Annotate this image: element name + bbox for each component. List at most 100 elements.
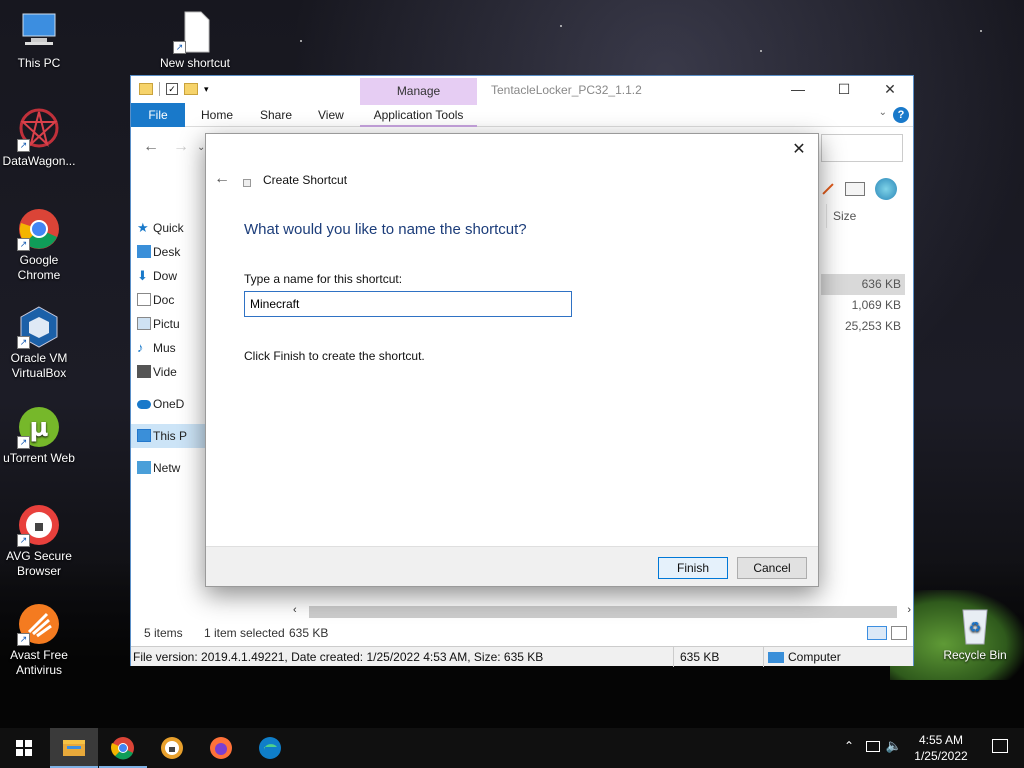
large-icons-view-icon[interactable] [891,626,907,640]
desktop-icon-new-shortcut[interactable]: ↗ New shortcut [155,10,235,71]
folder-icon[interactable] [139,83,153,95]
sidebar-item-label: Netw [153,461,181,475]
back-arrow-icon[interactable]: ← [214,170,230,188]
dialog-footer: Finish Cancel [206,546,818,586]
shortcut-arrow-icon: ↗ [173,41,186,54]
taskbar-chrome[interactable] [99,728,147,768]
sidebar-item-label: Vide [153,365,177,379]
dialog-title: Create Shortcut [263,173,348,187]
chrome-icon: ↗ [17,207,61,251]
app-shell-icon[interactable] [875,178,897,200]
desktop-icon-label: This PC [17,56,61,70]
close-icon[interactable]: ✕ [788,140,810,160]
sidebar-item-label: Pictu [153,317,180,331]
sidebar-item-documents[interactable]: Doc [131,288,207,312]
scrollbar-thumb[interactable] [309,606,897,618]
quick-access-toolbar: ✓ ▾ [139,82,209,96]
sidebar-item-label: This P [153,429,188,443]
search-input[interactable] [821,134,903,162]
properties-icon[interactable]: ✓ [166,83,178,95]
horizontal-scrollbar[interactable]: ‹ › [291,604,913,620]
desktop-icon-datawagon[interactable]: ↗ DataWagon... [0,108,79,169]
video-icon [137,365,151,378]
tab-file[interactable]: File [131,103,185,127]
clock-date: 1/25/2022 [914,749,968,763]
taskbar-avg-browser[interactable] [148,728,196,768]
sidebar-item-videos[interactable]: Vide [131,360,207,384]
taskbar-file-explorer[interactable] [50,728,98,768]
desktop-icon-label: DataWagon... [2,154,76,168]
clock[interactable]: 4:55 AM 1/25/2022 [906,732,976,764]
divider [159,82,160,96]
tab-application-tools[interactable]: Application Tools [360,103,477,127]
detail-size: 635 KB [673,647,763,667]
shortcut-name-input[interactable] [244,291,572,317]
shortcut-name-label: Type a name for this shortcut: [244,272,403,286]
forward-arrow-icon[interactable]: → [173,138,189,156]
sidebar-item-label: Quick [153,221,184,235]
notifications-icon[interactable] [992,739,1008,753]
taskbar-firefox[interactable] [197,728,245,768]
start-button[interactable] [0,728,48,768]
sidebar-item-pictures[interactable]: Pictu [131,312,207,336]
finish-button[interactable]: Finish [658,557,728,579]
new-folder-icon[interactable] [184,83,198,95]
sidebar-item-network[interactable]: Netw [131,456,207,480]
network-icon[interactable] [866,741,880,752]
desktop-icon-avg-browser[interactable]: ↗ AVG Secure Browser [0,503,79,579]
preview-pane-icon[interactable] [845,182,865,196]
desktop-icon-utorrent[interactable]: µ ↗ uTorrent Web [0,405,79,466]
star [300,40,302,42]
sidebar-item-onedrive[interactable]: OneD [131,392,207,416]
taskbar-edge[interactable] [246,728,294,768]
close-icon[interactable]: ✕ [867,76,913,103]
desktop-icon-avast[interactable]: ↗ Avast Free Antivirus [0,602,79,678]
window-controls: — ☐ ✕ [775,76,913,103]
minimize-icon[interactable]: — [775,76,821,103]
scroll-right-icon[interactable]: › [907,604,911,616]
tab-home[interactable]: Home [201,103,233,127]
desktop-icon-label: Google Chrome [17,253,61,282]
desktop-icon-this-pc[interactable]: This PC [0,10,79,71]
sidebar-item-downloads[interactable]: ⬇ Dow [131,264,207,288]
shortcut-arrow-icon: ↗ [17,534,30,547]
desktop-icon-label: New shortcut [159,56,231,70]
taskbar: ⌃ 🔈 4:55 AM 1/25/2022 [0,728,1024,768]
tab-share[interactable]: Share [260,103,292,127]
view-toolbar [821,178,897,200]
manage-contextual-tab: Manage [360,78,477,105]
column-header-size[interactable]: Size [826,204,906,228]
sidebar-item-this-pc[interactable]: This P [131,424,207,448]
sidebar-item-label: Dow [153,269,178,283]
detail-location: Computer [763,647,913,667]
ribbon-expand-icon[interactable]: ⌄ [879,107,887,118]
create-shortcut-dialog: ✕ ← Create Shortcut What would you like … [205,133,819,587]
details-view-icon[interactable] [867,626,887,640]
maximize-icon[interactable]: ☐ [821,76,867,103]
avast-icon: ↗ [17,602,61,646]
shortcut-arrow-icon: ↗ [17,139,30,152]
edit-icon[interactable] [822,183,834,195]
scroll-left-icon[interactable]: ‹ [293,604,297,616]
desktop-icon-chrome[interactable]: ↗ Google Chrome [0,207,79,283]
help-icon[interactable]: ? [893,107,909,123]
back-arrow-icon[interactable]: ← [143,138,159,156]
cloud-icon [137,400,151,409]
sidebar-item-label: Desk [153,245,181,259]
sidebar-item-desktop[interactable]: Desk [131,240,207,264]
sidebar-item-music[interactable]: ♪ Mus [131,336,207,360]
desktop-icon-recycle-bin[interactable]: ♻ Recycle Bin [935,602,1015,663]
file-size-cell: 25,253 KB [844,319,901,333]
explorer-titlebar: ✓ ▾ Manage TentacleLocker_PC32_1.1.2 — ☐… [131,76,913,105]
customize-dropdown-icon[interactable]: ▾ [204,84,209,95]
tab-view[interactable]: View [318,103,344,127]
desktop-icon-virtualbox[interactable]: ↗ Oracle VM VirtualBox [0,305,79,381]
svg-text:µ: µ [29,413,48,443]
chevron-up-icon[interactable]: ⌃ [844,739,854,753]
cancel-button[interactable]: Cancel [737,557,807,579]
clock-time: 4:55 AM [918,733,964,747]
volume-muted-icon[interactable]: 🔈 [886,738,902,754]
computer-icon [137,429,151,442]
sidebar-item-quick-access[interactable]: ★ Quick [131,216,207,240]
star-icon: ★ [137,220,149,235]
